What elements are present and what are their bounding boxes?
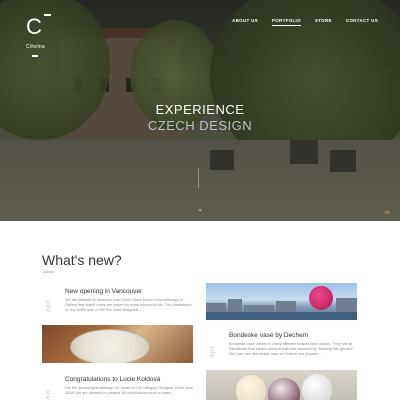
post-date: apr	[209, 344, 216, 358]
post-image-glass[interactable]	[42, 325, 193, 363]
logo-mark	[32, 55, 38, 57]
vase	[236, 375, 266, 400]
city-building	[228, 299, 242, 312]
logo-mark	[44, 14, 51, 16]
post-title[interactable]: New opening in Vancouver	[65, 288, 142, 295]
post-image-vancouver[interactable]	[206, 283, 357, 320]
glass-plate	[70, 329, 150, 363]
post-date: jan	[45, 389, 52, 400]
vase	[268, 378, 300, 400]
chevron-down-icon[interactable]: ⌄	[196, 205, 204, 213]
hero-title-line2: CZECH DESIGN	[147, 118, 253, 133]
post-text: Bondeske vase comes in many different sh…	[229, 342, 355, 357]
nav-contact-us[interactable]: CONTACT US	[346, 18, 378, 23]
hero-banner: C Cihelna ABOUT US PORTFOLIO STORE CONTA…	[0, 0, 400, 221]
post-text: We are pleased to welcome new Czech Stor…	[65, 298, 192, 313]
main-nav: ABOUT US PORTFOLIO STORE CONTACT US	[232, 18, 378, 26]
city-building	[206, 303, 226, 312]
post-image-vases[interactable]	[206, 370, 357, 400]
post-title[interactable]: Bondeske vase by Dechem	[229, 332, 308, 339]
post-text: For the @czechgrandelesign UK Award in t…	[65, 386, 193, 396]
city-building	[336, 298, 357, 312]
city-building	[276, 301, 296, 312]
hero-divider	[198, 168, 199, 188]
nav-portfolio[interactable]: PORTFOLIO	[271, 18, 301, 26]
post-title[interactable]: Congratulations to Lucie Koldová	[65, 376, 160, 383]
vase	[302, 374, 332, 400]
nav-about-us[interactable]: ABOUT US	[232, 18, 258, 23]
hero-badge: nh	[384, 210, 390, 216]
water	[206, 312, 357, 320]
logo-c: C	[26, 14, 42, 39]
hero-title: EXPERIENCE CZECH DESIGN	[0, 102, 400, 133]
post-date: apr	[45, 298, 52, 312]
nav-store[interactable]: STORE	[315, 18, 332, 23]
logo[interactable]: C Cihelna	[26, 10, 56, 60]
hero-title-line1: EXPERIENCE	[155, 102, 245, 117]
logo-name: Cihelna	[26, 44, 46, 50]
news-title: What's new?	[42, 252, 122, 268]
city-building	[244, 305, 274, 312]
science-dome	[309, 286, 333, 310]
news-subtitle: ddddd	[43, 269, 55, 274]
